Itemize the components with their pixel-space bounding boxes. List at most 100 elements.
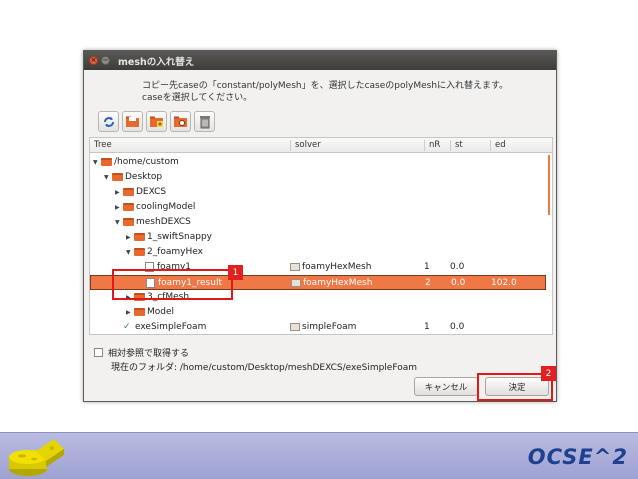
solver-icon (290, 263, 300, 271)
tree-label: Desktop (125, 172, 163, 182)
table-header: Tree solver nR st ed (90, 138, 552, 153)
tree-cell: ▼ /home/custom (93, 157, 179, 167)
solver-label: foamyHexMesh (302, 262, 372, 272)
expanded-arrow-icon[interactable]: ▼ (104, 174, 112, 181)
column-separator (424, 140, 425, 151)
cancel-button[interactable]: キャンセル (414, 377, 478, 396)
solver-label: foamyHexMesh (303, 278, 373, 288)
tree-label: meshDEXCS (136, 217, 191, 227)
vertical-scrollbar[interactable] (548, 155, 550, 215)
case-check-icon: ✓ (123, 322, 131, 332)
folder-icon (112, 173, 123, 181)
tree-label: coolingModel (136, 202, 196, 212)
trash-icon (199, 115, 210, 128)
column-tree[interactable]: Tree (94, 140, 112, 150)
folder-icon (123, 203, 134, 211)
tree-label: 2_foamyHex (147, 247, 203, 257)
solver-cell: foamyHexMesh (290, 262, 371, 272)
refresh-button[interactable] (98, 111, 119, 132)
new-folder-button[interactable] (146, 111, 167, 132)
expanded-arrow-icon[interactable]: ▼ (126, 249, 134, 256)
toolbar (98, 111, 215, 132)
current-folder-text: 現在のフォルダ: /home/custom/Desktop/meshDEXCS/… (111, 363, 417, 373)
tree-cell: ▼ 2_foamyHex (126, 247, 203, 257)
solver-cell: foamyHexMesh (291, 278, 372, 288)
tree-cell: ✓ exeSimpleFoam (115, 322, 206, 332)
folder-settings-icon (174, 116, 187, 127)
close-icon[interactable]: × (89, 56, 98, 65)
tree-cell: ▶ Model (126, 307, 174, 317)
table-row[interactable]: ▶ 1_swiftSnappy (90, 230, 546, 245)
folder-icon (123, 188, 134, 196)
tree-label: /home/custom (114, 157, 179, 167)
table-row[interactable]: ▶ DEXCS (90, 185, 546, 200)
mesh-replace-dialog: × − meshの入れ替え コピー先caseの「constant/polyMes… (83, 50, 557, 402)
st-cell: 0.0 (450, 322, 465, 332)
solver-cell: simpleFoam (290, 322, 356, 332)
collapsed-arrow-icon[interactable]: ▶ (115, 189, 123, 196)
column-ed[interactable]: ed (495, 140, 506, 150)
tree-cell: ▼ meshDEXCS (115, 217, 191, 227)
footer-band: OCSE^2 (0, 432, 638, 479)
folder-icon (101, 158, 112, 166)
tree-label: 1_swiftSnappy (147, 232, 212, 242)
tree-cell: ▼ Desktop (104, 172, 162, 182)
annotation-number-2: 2 (541, 366, 556, 381)
relative-ref-checkbox[interactable] (94, 348, 103, 357)
nr-cell: 2 (425, 278, 431, 288)
case-tree-table: Tree solver nR st ed ▼/home/custom ▼ Deskt… (89, 137, 553, 335)
relative-ref-option[interactable]: 相対参照で取得する (94, 346, 189, 359)
description-line-1: コピー先caseの「constant/polyMesh」を、選択したcaseのp… (142, 81, 509, 91)
solver-label: simpleFoam (302, 322, 357, 332)
expanded-arrow-icon[interactable]: ▼ (93, 159, 101, 166)
column-nr[interactable]: nR (429, 140, 440, 150)
nr-cell: 1 (424, 322, 430, 332)
refresh-icon (103, 116, 114, 127)
table-row[interactable]: ▶ coolingModel (90, 200, 546, 215)
open-folder-button[interactable] (122, 111, 143, 132)
nr-cell: 1 (424, 262, 430, 272)
table-row[interactable]: ▼ Desktop (90, 170, 546, 185)
dialog-titlebar: × − meshの入れ替え (84, 51, 556, 70)
tree-label: exeSimpleFoam (135, 322, 207, 332)
column-st[interactable]: st (455, 140, 463, 150)
column-separator (450, 140, 451, 151)
tree-label: Model (147, 307, 175, 317)
new-folder-icon (150, 116, 163, 127)
folder-icon (134, 308, 145, 316)
cheese-logo-icon (9, 439, 64, 476)
tree-cell: ▶ coolingModel (115, 202, 195, 212)
st-cell: 0.0 (450, 262, 465, 272)
table-row[interactable]: ▼ /home/custom (90, 155, 546, 170)
table-row[interactable]: ▼ 2_foamyHex (90, 245, 546, 260)
expanded-arrow-icon[interactable]: ▼ (115, 219, 123, 226)
folder-icon (123, 218, 134, 226)
st-cell: 0.0 (451, 278, 466, 288)
column-separator (490, 140, 491, 151)
open-folder-icon (126, 116, 139, 127)
relative-ref-label: 相対参照で取得する (108, 349, 190, 359)
dialog-title: meshの入れ替え (118, 56, 195, 68)
annotation-number-1: 1 (228, 265, 243, 280)
column-separator (290, 140, 291, 151)
dialog-description: コピー先caseの「constant/polyMesh」を、選択したcaseのp… (142, 80, 542, 104)
collapsed-arrow-icon[interactable]: ▶ (126, 234, 134, 241)
tree-label: DEXCS (136, 187, 167, 197)
trash-button[interactable] (194, 111, 215, 132)
annotation-box-1 (112, 269, 233, 300)
folder-settings-button[interactable] (170, 111, 191, 132)
solver-icon (290, 323, 300, 331)
folder-icon (134, 248, 145, 256)
table-row[interactable]: ✓ exeSimpleFoam simpleFoam 1 0.0 (90, 320, 546, 334)
collapsed-arrow-icon[interactable]: ▶ (115, 204, 123, 211)
collapsed-arrow-icon[interactable]: ▶ (126, 309, 134, 316)
description-line-2: caseを選択してください。 (142, 93, 253, 103)
column-solver[interactable]: solver (295, 140, 321, 150)
ed-cell: 102.0 (491, 278, 517, 288)
brand-logo: OCSE^2 (527, 445, 628, 469)
minimize-icon[interactable]: − (101, 56, 110, 65)
table-row[interactable]: ▶ Model (90, 305, 546, 320)
folder-icon (134, 233, 145, 241)
table-row[interactable]: ▼ meshDEXCS (90, 215, 546, 230)
tree-cell: ▶ 1_swiftSnappy (126, 232, 212, 242)
